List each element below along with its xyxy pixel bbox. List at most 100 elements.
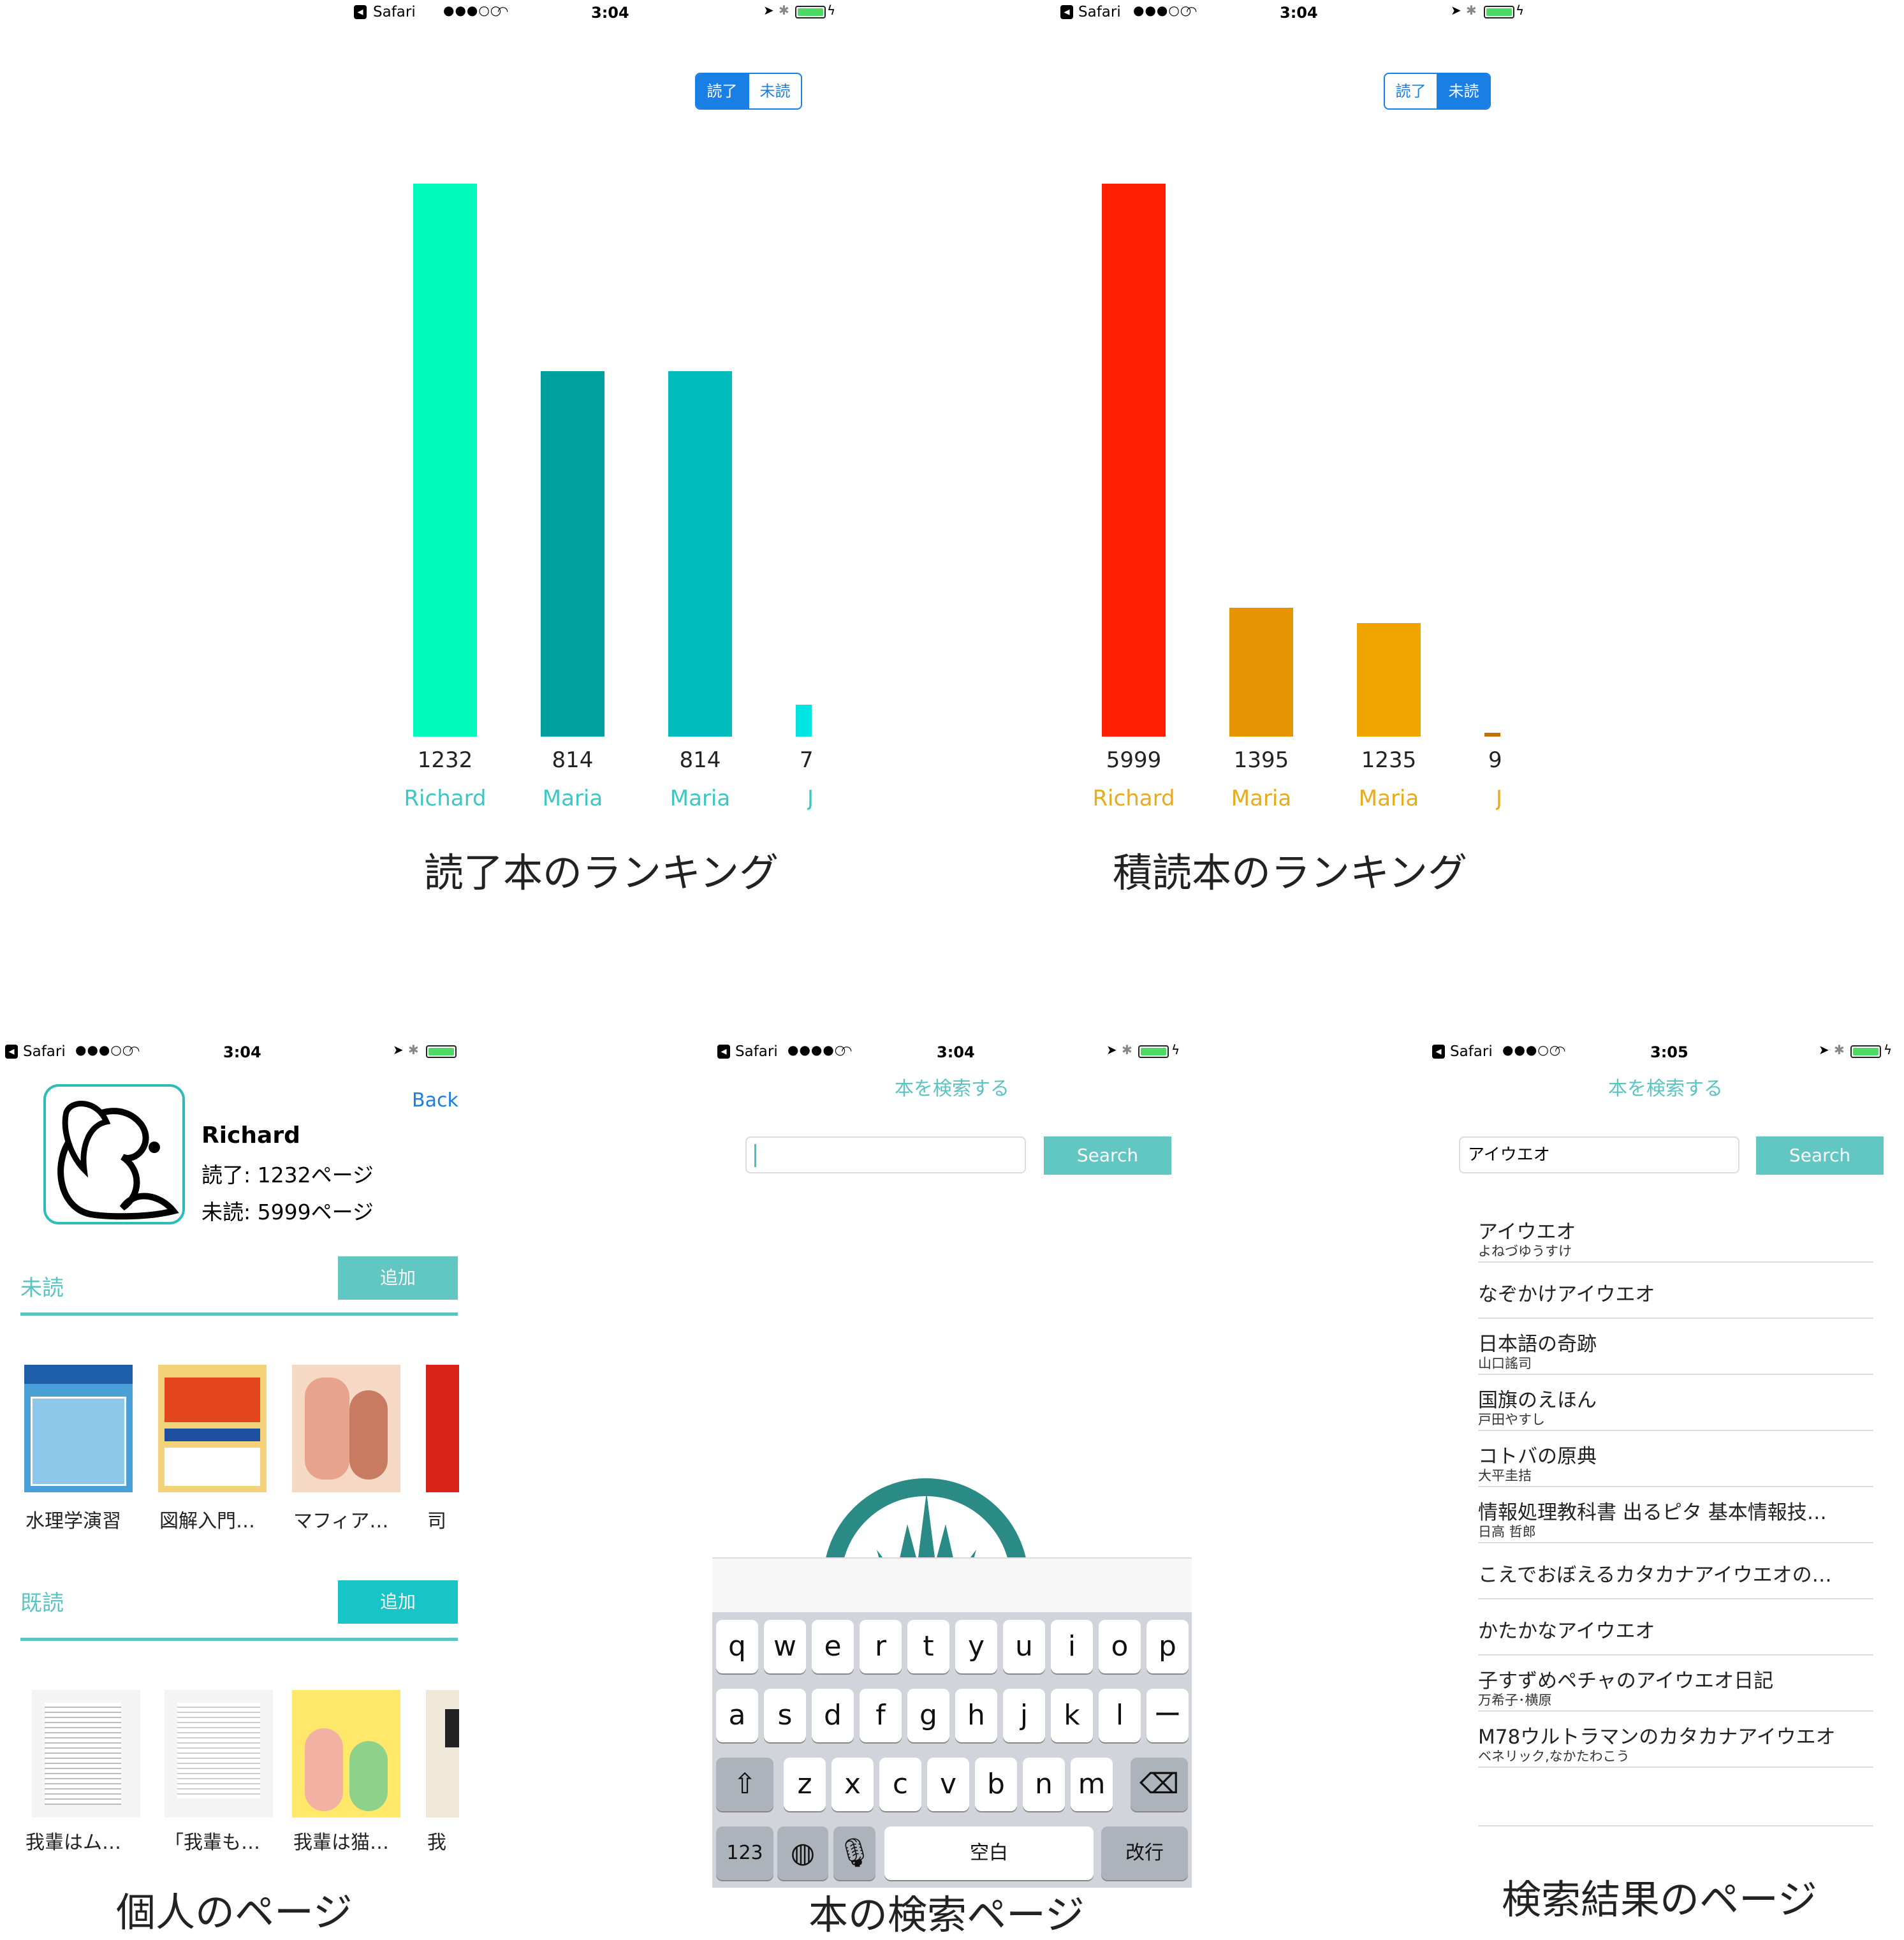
result-item[interactable]: M78ウルトラマンのカタカナアイウエオ ベネリック,なかたわこう	[1478, 1712, 1873, 1768]
back-to-app-icon[interactable]: ◂	[717, 1045, 730, 1059]
return-key[interactable]: 改行	[1101, 1826, 1188, 1880]
charging-icon: ϟ	[827, 3, 836, 18]
book-cover[interactable]	[32, 1690, 140, 1818]
keyboard-key[interactable]: m	[1071, 1758, 1113, 1811]
bar-name-label: Richard	[1092, 786, 1175, 811]
back-to-app-icon[interactable]: ◂	[1060, 5, 1073, 19]
keyboard-key[interactable]: e	[812, 1620, 854, 1673]
book-cover[interactable]	[292, 1690, 400, 1818]
result-item[interactable]: 情報処理教科書 出るピタ 基本情報技… 日高 哲郎	[1478, 1487, 1873, 1543]
status-time: 3:04	[223, 1043, 261, 1061]
back-link[interactable]: Back	[412, 1089, 458, 1112]
keyboard-key[interactable]: v	[927, 1758, 969, 1811]
keyboard-key[interactable]: j	[1003, 1689, 1045, 1742]
status-bar: ◂ Safari ●●●○○ ◠ 3:04 ➤ ✱	[0, 1040, 459, 1070]
result-author: 大平圭拮	[1478, 1468, 1532, 1483]
keyboard-key[interactable]: ー	[1146, 1689, 1189, 1742]
result-item[interactable]: アイウエオ よねづゆうすけ	[1478, 1207, 1873, 1263]
add-read-button[interactable]: 追加	[338, 1580, 458, 1624]
result-item[interactable]: こえでおぼえるカタカナアイウエオの…	[1478, 1543, 1873, 1599]
section-read-label: 既読	[20, 1591, 64, 1616]
microphone-key[interactable]: 🎙	[833, 1826, 875, 1880]
keyboard-key[interactable]: n	[1023, 1758, 1065, 1811]
keyboard-key[interactable]: z	[784, 1758, 826, 1811]
keyboard-key[interactable]: i	[1051, 1620, 1093, 1673]
wifi-icon: ◠	[1186, 3, 1197, 18]
keyboard-key[interactable]: h	[955, 1689, 997, 1742]
space-key[interactable]: 空白	[884, 1826, 1094, 1880]
read-unread-segment[interactable]: 読了 未読	[1384, 73, 1491, 110]
keyboard-key[interactable]: b	[975, 1758, 1017, 1811]
wifi-icon: ◠	[129, 1043, 140, 1058]
result-author: 万希子･横原	[1478, 1693, 1552, 1708]
keyboard-key[interactable]: w	[764, 1620, 806, 1673]
caption-search: 本の検索ページ	[809, 1892, 1085, 1938]
keyboard-key[interactable]: s	[764, 1689, 806, 1742]
shift-key[interactable]: ⇧	[716, 1758, 773, 1811]
bar-name-label: Maria	[670, 786, 731, 811]
signal-icon: ●●●●○	[787, 1042, 847, 1057]
keyboard-key[interactable]: d	[812, 1689, 854, 1742]
chart-bar	[1229, 608, 1293, 737]
search-button[interactable]: Search	[1756, 1136, 1884, 1175]
result-title: なぞかけアイウエオ	[1478, 1283, 1655, 1306]
segment-unread[interactable]: 未読	[1437, 74, 1490, 108]
book-cover[interactable]	[158, 1365, 267, 1492]
result-title: こえでおぼえるカタカナアイウエオの…	[1478, 1564, 1832, 1587]
keyboard-key[interactable]: g	[907, 1689, 949, 1742]
wifi-icon: ◠	[841, 1043, 853, 1058]
back-to-app-icon[interactable]: ◂	[1432, 1045, 1445, 1059]
status-time: 3:04	[591, 4, 629, 22]
keyboard-key[interactable]: u	[1003, 1620, 1045, 1673]
keyboard-key[interactable]: o	[1099, 1620, 1141, 1673]
result-item[interactable]: かたかなアイウエオ	[1478, 1599, 1873, 1656]
status-bar: ◂ Safari ●●●○○ ◠ 3:05 ➤ ✱ ϟ	[1427, 1040, 1904, 1070]
segment-read[interactable]: 読了	[696, 74, 748, 108]
keyboard-key[interactable]: a	[716, 1689, 758, 1742]
book-title: 水理学演習	[26, 1510, 121, 1532]
chart-bar	[668, 371, 732, 737]
search-button[interactable]: Search	[1044, 1136, 1171, 1175]
battery-icon	[1138, 1045, 1169, 1058]
book-cover[interactable]	[426, 1365, 459, 1492]
result-item[interactable]: 子すずめペチャのアイウエオ日記 万希子･横原	[1478, 1656, 1873, 1712]
book-cover[interactable]	[24, 1365, 133, 1492]
keyboard-key[interactable]: r	[860, 1620, 902, 1673]
keyboard-key[interactable]: x	[831, 1758, 874, 1811]
book-cover[interactable]	[165, 1690, 273, 1818]
result-item[interactable]: なぞかけアイウエオ	[1478, 1263, 1873, 1319]
bar-value-label: 1395	[1233, 747, 1289, 773]
result-title: 国旗のえほん	[1478, 1389, 1597, 1412]
keyboard-key[interactable]: k	[1051, 1689, 1093, 1742]
read-unread-segment[interactable]: 読了 未読	[695, 73, 802, 110]
phone-unread-ranking: ◂ Safari ●●●○○ ◠ 3:04 ➤ ✱ ϟ 読了 未読 5999 Ri…	[1043, 0, 1527, 823]
book-cover[interactable]	[292, 1365, 400, 1492]
caption-results: 検索結果のページ	[1502, 1876, 1817, 1923]
status-app-label: Safari	[1078, 4, 1121, 20]
keyboard-key[interactable]: c	[879, 1758, 921, 1811]
back-to-app-icon[interactable]: ◂	[5, 1045, 18, 1059]
numbers-key[interactable]: 123	[716, 1826, 773, 1880]
keyboard-key[interactable]: l	[1099, 1689, 1141, 1742]
result-item[interactable]: 国旗のえほん 戸田やすし	[1478, 1375, 1873, 1431]
result-title: 日本語の奇跡	[1478, 1333, 1597, 1356]
delete-key[interactable]: ⌫	[1131, 1758, 1188, 1811]
add-unread-button[interactable]: 追加	[338, 1256, 458, 1300]
avatar	[43, 1084, 185, 1224]
keyboard-key[interactable]: q	[716, 1620, 758, 1673]
segment-unread[interactable]: 未読	[748, 74, 801, 108]
result-item[interactable]: コトバの原典 大平圭拮	[1478, 1431, 1873, 1487]
segment-read[interactable]: 読了	[1385, 74, 1437, 108]
result-item[interactable]: 日本語の奇跡 山口謠司	[1478, 1319, 1873, 1375]
keyboard-key[interactable]: p	[1146, 1620, 1189, 1673]
search-input[interactable]: アイウエオ	[1459, 1136, 1739, 1173]
result-title: M78ウルトラマンのカタカナアイウエオ	[1478, 1726, 1836, 1749]
keyboard-key[interactable]: t	[907, 1620, 949, 1673]
back-to-app-icon[interactable]: ◂	[354, 5, 367, 19]
search-input[interactable]	[745, 1136, 1026, 1173]
globe-key[interactable]: ◍	[777, 1826, 828, 1880]
keyboard-key[interactable]: f	[860, 1689, 902, 1742]
status-bar: ◂ Safari ●●●○○ ◠ 3:04 ➤ ✱ ϟ	[1043, 0, 1527, 31]
keyboard-key[interactable]: y	[955, 1620, 997, 1673]
book-cover[interactable]	[426, 1690, 459, 1818]
